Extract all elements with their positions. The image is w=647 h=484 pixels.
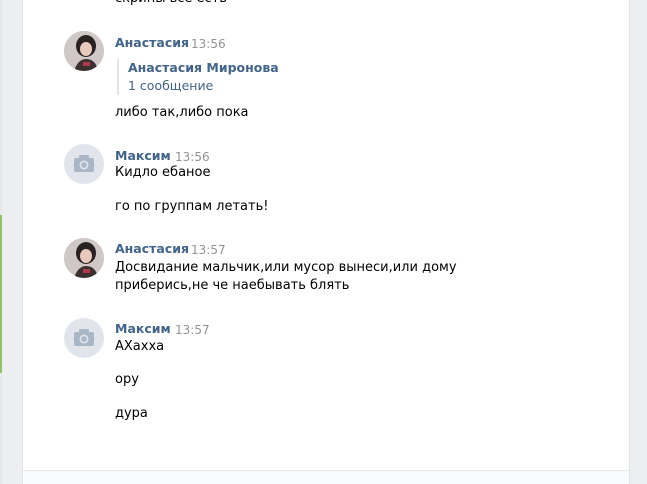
camera-avatar[interactable] [64,318,104,358]
message-text: либо так,либо пока [115,105,249,120]
message-time[interactable]: 13:57 [191,242,226,258]
camera-avatar[interactable] [64,144,104,184]
user-photo-avatar[interactable] [64,238,104,278]
forwarded-message[interactable]: Анастасия Миронова 1 сообщение [117,59,279,95]
message-text: скрины все есть [115,0,227,8]
message-history[interactable]: скрины все есть Анастасия 13:56 Анастаси… [22,0,630,484]
camera-icon [74,329,94,346]
message-text: ору [115,372,139,387]
message-author[interactable]: Анастасия [115,241,189,257]
message-time[interactable]: 13:56 [175,149,210,165]
forwarded-author[interactable]: Анастасия Миронова [128,59,279,76]
message-text: Досвидание мальчик,или мусор вынеси,или … [115,260,457,293]
user-photo [64,238,104,278]
message-text: дура [115,406,148,421]
forwarded-count[interactable]: 1 сообщение [128,76,279,95]
message-composer[interactable] [23,471,629,484]
message-author[interactable]: Максим [115,321,171,337]
message-text: Кидло ебаное [115,165,211,180]
left-accent-bar [0,215,2,373]
message-text: го по группам летать! [115,199,269,214]
message-author[interactable]: Анастасия [115,35,189,51]
message-author[interactable]: Максим [115,148,171,164]
message-time[interactable]: 13:57 [175,322,210,338]
camera-icon [74,155,94,172]
user-photo-avatar[interactable] [64,31,104,71]
message-time[interactable]: 13:56 [191,36,226,52]
user-photo [64,31,104,71]
message-text: АХахха [115,339,165,354]
